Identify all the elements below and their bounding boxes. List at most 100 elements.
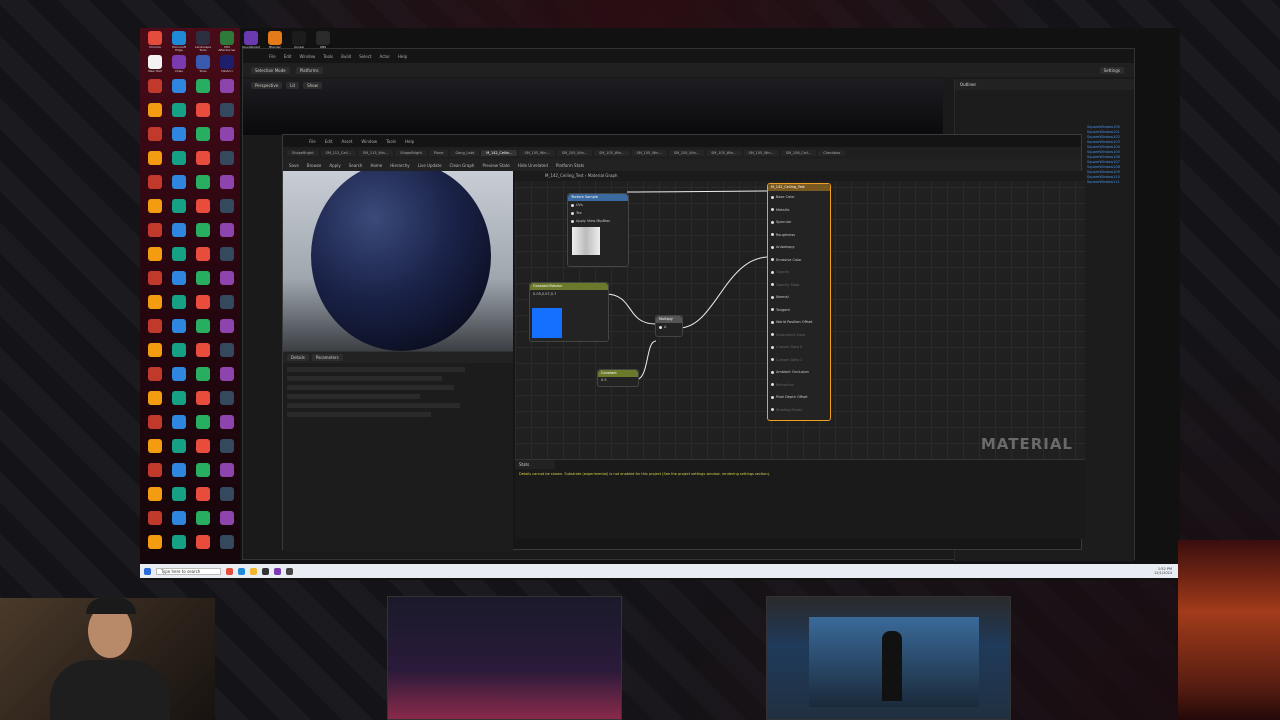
desktop-icon[interactable]: [192, 367, 214, 382]
me-menu-item-0[interactable]: File: [309, 139, 316, 144]
desktop-icon[interactable]: [216, 127, 238, 142]
ue-menu-item-6[interactable]: Actor: [379, 54, 390, 59]
desktop-icon[interactable]: [168, 463, 190, 478]
desktop-icon[interactable]: [192, 391, 214, 406]
editor-tab[interactable]: SM_105_Win...: [706, 150, 742, 156]
desktop-icon[interactable]: Microsoft Edge: [168, 31, 190, 52]
desktop-icon[interactable]: DaVinci: [216, 55, 238, 73]
obs-taskbar-icon[interactable]: [286, 567, 294, 575]
desktop-icon[interactable]: [168, 319, 190, 334]
desktop-icon[interactable]: [192, 487, 214, 502]
desktop-icon[interactable]: [168, 223, 190, 238]
result-pin[interactable]: World Position Offset: [768, 316, 830, 329]
result-pin[interactable]: Emissive Color: [768, 254, 830, 267]
editor-tab[interactable]: SM_106_Ceil...: [780, 150, 817, 156]
me-toolbar-button-7[interactable]: Clean Graph: [450, 163, 475, 168]
desktop-icon[interactable]: [168, 127, 190, 142]
desktop-icon[interactable]: [144, 463, 166, 478]
desktop-icon[interactable]: [168, 151, 190, 166]
desktop-icon[interactable]: Blender: [264, 31, 286, 49]
desktop-icon[interactable]: [168, 199, 190, 214]
editor-tab[interactable]: SM_112_Ceil...: [320, 150, 356, 156]
desktop-icon[interactable]: [144, 439, 166, 454]
desktop-icon[interactable]: [144, 295, 166, 310]
desktop-icon[interactable]: [144, 511, 166, 526]
me-menu-item-4[interactable]: Tools: [386, 139, 396, 144]
desktop-icon[interactable]: [144, 271, 166, 286]
editor-tab[interactable]: SM_105_Win...: [743, 150, 779, 156]
me-toolbar-button-4[interactable]: Home: [370, 163, 382, 168]
viewport-lit-tab[interactable]: Lit: [286, 82, 300, 89]
start-button[interactable]: [144, 567, 151, 575]
ue-menu-item-2[interactable]: Window: [299, 54, 315, 59]
editor-tab[interactable]: ShapeBright: [287, 150, 319, 156]
result-pin[interactable]: Custom Data 0: [768, 341, 830, 354]
desktop-icon[interactable]: [216, 247, 238, 262]
editor-tab[interactable]: ShapeBright: [395, 150, 427, 156]
desktop-icon[interactable]: [192, 343, 214, 358]
desktop-icon[interactable]: [216, 439, 238, 454]
result-pin[interactable]: Opacity: [768, 266, 830, 279]
viewport-show-tab[interactable]: Show: [303, 82, 322, 89]
material-preview-viewport[interactable]: [283, 171, 513, 351]
desktop-icon[interactable]: Chrome: [144, 31, 166, 49]
desktop-icon[interactable]: [216, 79, 238, 94]
desktop-icon[interactable]: [216, 295, 238, 310]
result-pin[interactable]: Ambient Occlusion: [768, 366, 830, 379]
material-graph[interactable]: M_142_Ceiling_Test › Material Graph Text…: [515, 171, 1085, 459]
desktop-icon[interactable]: [216, 175, 238, 190]
chrome-taskbar-icon[interactable]: [226, 567, 234, 575]
desktop-icon[interactable]: Tools: [192, 55, 214, 73]
desktop-icon[interactable]: [144, 319, 166, 334]
viewport-perspective-tab[interactable]: Perspective: [251, 82, 283, 89]
editor-tab[interactable]: SM_115_Win...: [357, 150, 394, 156]
desktop-icon[interactable]: OBS: [312, 31, 334, 49]
desktop-icon[interactable]: [144, 127, 166, 142]
me-toolbar-button-10[interactable]: Platform Stats: [556, 163, 584, 168]
desktop-icon[interactable]: [216, 151, 238, 166]
desktop-icon[interactable]: [144, 151, 166, 166]
result-pin[interactable]: Base Color: [768, 191, 830, 204]
result-pin[interactable]: Shading Model: [768, 404, 830, 417]
desktop-icon[interactable]: [216, 271, 238, 286]
desktop-icon[interactable]: [216, 319, 238, 334]
ue-menu-item-1[interactable]: Edit: [284, 54, 292, 59]
me-toolbar-button-6[interactable]: Live Update: [418, 163, 442, 168]
desktop-icon[interactable]: Soundboard: [240, 31, 262, 49]
result-pin[interactable]: Pixel Depth Offset: [768, 391, 830, 404]
texture-sample-node[interactable]: Texture Sample UVs Tex Apply View MipBia…: [567, 193, 629, 267]
editor-tab[interactable]: SM_105_Win...: [519, 150, 555, 156]
desktop-icon[interactable]: [168, 535, 190, 550]
desktop-icon[interactable]: [216, 391, 238, 406]
ue-menu-item-3[interactable]: Tools: [323, 54, 333, 59]
editor-tab[interactable]: SM_105_Win...: [556, 150, 593, 156]
me-toolbar-button-8[interactable]: Preview State: [482, 163, 509, 168]
desktop-icon[interactable]: [168, 79, 190, 94]
desktop-icon[interactable]: [144, 103, 166, 118]
desktop-icon[interactable]: Landscape Tools: [192, 31, 214, 52]
desktop-icon[interactable]: [216, 415, 238, 430]
editor-tab[interactable]: M_142_Ceilin...: [481, 150, 518, 156]
desktop-icon[interactable]: MSI Afterburner: [216, 31, 238, 52]
selection-mode-button[interactable]: Selection Mode: [251, 66, 290, 74]
desktop-icon[interactable]: [192, 463, 214, 478]
stats-tab[interactable]: Stats: [515, 460, 555, 469]
desktop-icon[interactable]: [144, 367, 166, 382]
desktop-icon[interactable]: [168, 271, 190, 286]
desktop-icon[interactable]: [144, 487, 166, 502]
desktop-icon[interactable]: [168, 391, 190, 406]
me-menu-item-1[interactable]: Edit: [325, 139, 333, 144]
desktop-icon[interactable]: [192, 439, 214, 454]
desktop-icon[interactable]: [192, 127, 214, 142]
desktop-icon[interactable]: [144, 223, 166, 238]
result-pin[interactable]: Roughness: [768, 229, 830, 242]
me-toolbar-button-0[interactable]: Save: [289, 163, 299, 168]
desktop-icon[interactable]: [192, 175, 214, 190]
constant-value[interactable]: 0.5: [598, 377, 638, 383]
desktop-icon[interactable]: [168, 439, 190, 454]
explorer-taskbar-icon[interactable]: [250, 567, 258, 575]
desktop-icon[interactable]: [216, 463, 238, 478]
editor-tab[interactable]: Plane: [428, 150, 449, 156]
constant-node[interactable]: Constant 0.5: [597, 369, 639, 387]
desktop-icon[interactable]: [144, 175, 166, 190]
